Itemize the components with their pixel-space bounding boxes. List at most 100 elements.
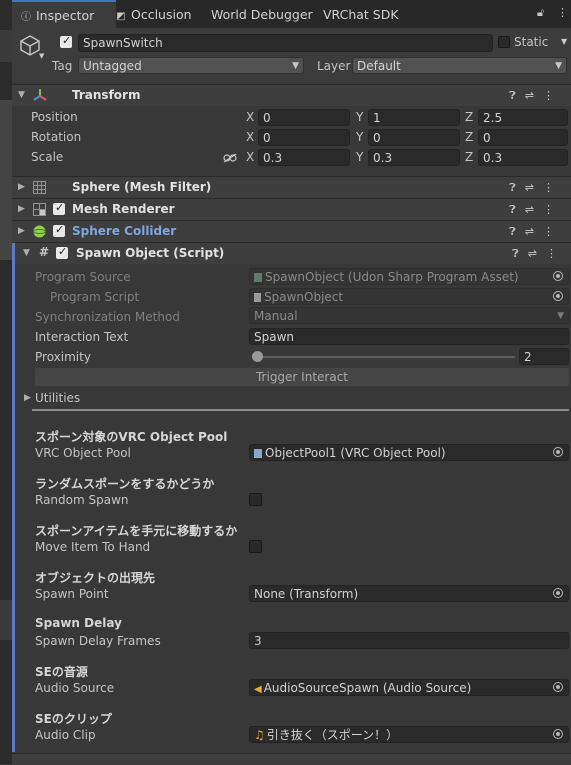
axis-z-label[interactable]: Z (465, 150, 473, 164)
foldout-collapsed-icon[interactable]: ▶ (18, 204, 25, 214)
kebab-menu-icon[interactable]: ⋮ (546, 247, 566, 260)
audio-clip-value: 引き抜く（スポーン！） (266, 728, 399, 742)
mesh-filter-header[interactable]: ▶ Sphere (Mesh Filter) ❓︎⇌⋮ (12, 176, 571, 198)
script-file-icon (254, 293, 261, 302)
active-toggle[interactable] (60, 34, 72, 48)
script-enabled-toggle[interactable] (56, 245, 68, 259)
help-icon[interactable]: ❓︎ (509, 225, 525, 238)
tab-vrchat-sdk[interactable]: VRChat SDK (323, 0, 399, 28)
sphere-collider-header[interactable]: ▶ Sphere Collider ❓︎⇌⋮ (12, 220, 571, 242)
audio-source-field[interactable]: ◀ AudioSourceSpawn (Audio Source) (249, 679, 569, 696)
proximity-field[interactable]: 2 (519, 348, 569, 365)
layer-dropdown[interactable]: Default ▼ (352, 57, 567, 74)
chevron-down-icon[interactable]: ▼ (561, 37, 567, 46)
object-picker-icon[interactable] (553, 682, 563, 692)
rotation-y-field[interactable]: 0 (368, 129, 460, 146)
object-picker-icon[interactable] (553, 588, 563, 598)
utilities-foldout[interactable]: Utilities (35, 391, 80, 405)
random-spawn-checkbox[interactable] (249, 493, 262, 506)
interaction-text-field[interactable]: Spawn (249, 328, 569, 345)
kebab-menu-icon[interactable]: ⋮ (543, 225, 563, 238)
scale-z-field[interactable]: 0.3 (478, 149, 568, 166)
transform-header[interactable]: ▼ Transform ❓︎⇌⋮ (12, 84, 571, 106)
help-icon[interactable]: ❓︎ (509, 89, 525, 102)
program-source-field[interactable]: SpawnObject (Udon Sharp Program Asset) (249, 268, 569, 285)
tab-world-debugger[interactable]: World Debugger (211, 0, 313, 28)
object-name-field[interactable]: SpawnSwitch (78, 34, 493, 52)
preset-icon[interactable]: ⇌ (525, 181, 543, 194)
sphere-collider-enabled-toggle[interactable] (53, 223, 65, 237)
script-hash-icon: # (39, 245, 50, 259)
mesh-renderer-header[interactable]: ▶ Mesh Renderer ❓︎⇌⋮ (12, 198, 571, 220)
header-actions[interactable]: ❓︎⇌⋮ (509, 199, 563, 220)
position-x-field[interactable]: 0 (258, 109, 350, 126)
help-icon[interactable]: ❓︎ (509, 203, 525, 216)
spawn-object-script-header[interactable]: ▼ # Spawn Object (Script) ❓︎⇌⋮ (15, 242, 571, 264)
scale-y-field[interactable]: 0.3 (368, 149, 460, 166)
spawn-point-field[interactable]: None (Transform) (249, 585, 569, 602)
tab-bar: ⓘ Inspector ◩ Occlusion World Debugger VRC… (12, 0, 571, 28)
mesh-renderer-enabled-toggle[interactable] (53, 201, 65, 215)
trigger-interact-button[interactable]: Trigger Interact (35, 368, 569, 386)
pool-label: VRC Object Pool (35, 446, 131, 460)
spawn-delay-field[interactable]: 3 (249, 632, 569, 649)
axis-x-label[interactable]: X (246, 130, 254, 144)
help-icon[interactable]: ❓︎ (512, 247, 528, 260)
material-header-partial (12, 753, 571, 765)
component-title: Transform (72, 88, 141, 102)
object-picker-icon[interactable] (553, 729, 563, 739)
position-z-field[interactable]: 2.5 (478, 109, 568, 126)
foldout-expanded-icon[interactable]: ▼ (18, 90, 25, 100)
axis-z-label[interactable]: Z (465, 110, 473, 124)
position-label: Position (31, 110, 78, 124)
move-item-checkbox[interactable] (249, 540, 262, 553)
kebab-menu-icon[interactable]: ⋮ (543, 203, 563, 216)
tab-label: World Debugger (211, 7, 313, 22)
object-picker-icon[interactable] (553, 271, 563, 281)
chevron-down-icon[interactable]: ▼ (39, 52, 44, 60)
static-checkbox[interactable] (498, 36, 510, 48)
program-script-field[interactable]: SpawnObject (249, 288, 569, 305)
kebab-menu-icon[interactable]: ⋮ (557, 6, 568, 19)
proximity-slider-thumb[interactable] (252, 351, 263, 362)
header-actions[interactable]: ❓︎⇌⋮ (509, 177, 563, 198)
preset-icon[interactable]: ⇌ (528, 247, 546, 260)
tab-inspector[interactable]: ⓘ Inspector (12, 0, 116, 28)
audio-source-value: AudioSourceSpawn (Audio Source) (263, 681, 472, 695)
axis-y-label[interactable]: Y (356, 110, 363, 124)
preset-icon[interactable]: ⇌ (525, 225, 543, 238)
rotation-z-field[interactable]: 0 (478, 129, 568, 146)
help-icon[interactable]: ❓︎ (509, 181, 525, 194)
scale-x-field[interactable]: 0.3 (258, 149, 350, 166)
position-y-field[interactable]: 1 (368, 109, 460, 126)
foldout-collapsed-icon[interactable]: ▶ (18, 182, 25, 192)
sync-method-dropdown[interactable]: Manual ▼ (249, 307, 569, 324)
object-picker-icon[interactable] (553, 291, 563, 301)
header-actions[interactable]: ❓︎⇌⋮ (509, 85, 563, 106)
object-picker-icon[interactable] (553, 447, 563, 457)
axis-x-label[interactable]: X (246, 150, 254, 164)
axis-z-label[interactable]: Z (465, 130, 473, 144)
object-pool-value: ObjectPool1 (VRC Object Pool) (265, 446, 446, 460)
axis-x-label[interactable]: X (246, 110, 254, 124)
tag-dropdown[interactable]: Untagged ▼ (78, 57, 304, 74)
axis-y-label[interactable]: Y (356, 130, 363, 144)
tab-occlusion[interactable]: ◩ Occlusion (115, 0, 191, 28)
kebab-menu-icon[interactable]: ⋮ (543, 89, 563, 102)
header-actions[interactable]: ❓︎⇌⋮ (512, 243, 566, 264)
constrain-proportions-icon[interactable] (223, 153, 237, 163)
preset-icon[interactable]: ⇌ (525, 203, 543, 216)
header-actions[interactable]: ❓︎⇌⋮ (509, 221, 563, 242)
preset-icon[interactable]: ⇌ (525, 89, 543, 102)
axis-y-label[interactable]: Y (356, 150, 363, 164)
audio-clip-field[interactable]: ♫ 引き抜く（スポーン！） (249, 726, 569, 743)
foldout-collapsed-icon[interactable]: ▶ (18, 226, 25, 236)
program-source-label: Program Source (35, 270, 131, 284)
object-pool-field[interactable]: ObjectPool1 (VRC Object Pool) (249, 444, 569, 461)
lock-icon[interactable]: 🔓︎ (537, 6, 544, 20)
foldout-collapsed-icon[interactable]: ▶ (24, 393, 31, 403)
rotation-x-field[interactable]: 0 (258, 129, 350, 146)
kebab-menu-icon[interactable]: ⋮ (543, 181, 563, 194)
proximity-slider-track[interactable] (256, 356, 515, 358)
foldout-expanded-icon[interactable]: ▼ (23, 248, 30, 258)
